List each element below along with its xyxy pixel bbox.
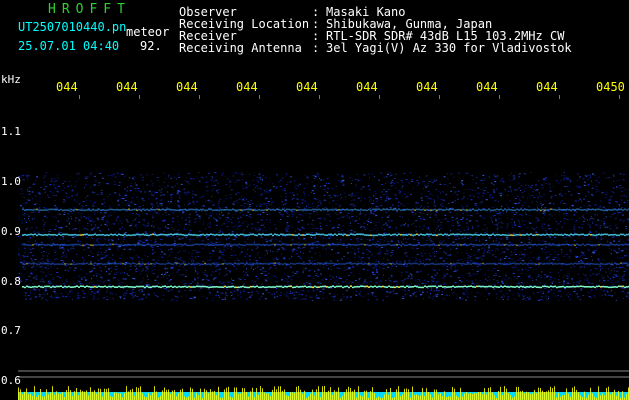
time-label: 044 [56,80,78,94]
minute-marker [319,95,320,99]
frequency-unit-label: kHz [1,73,21,86]
y-tick-label: 0.6 [1,374,21,387]
date-time: 25.07.01 04:40 [18,39,120,53]
y-tick-label: 0.8 [1,275,21,288]
time-label: 044 [356,80,378,94]
antenna-value: 3el Yagi(V) Az 330 for Vladivostok [326,41,572,55]
time-label: 044 [296,80,318,94]
y-tick-label: 0.9 [1,225,21,238]
minute-marker [619,95,620,99]
time-label: 044 [236,80,258,94]
antenna-label: Receiving Antenna [179,41,302,55]
signal-strength-strip [18,386,629,400]
time-label: 044 [476,80,498,94]
minute-marker [139,95,140,99]
minute-marker [259,95,260,99]
time-label: 044 [116,80,138,94]
meteor-label: meteor [126,25,170,39]
spectrogram-noise [18,172,629,301]
minute-marker [559,95,560,99]
meteor-count: 92. [140,39,162,53]
y-tick-label: 0.7 [1,324,21,337]
file-name: UT2507010440.pn [18,20,127,34]
time-label: 044 [176,80,198,94]
minute-marker [379,95,380,99]
time-label: 044 [536,80,558,94]
y-tick-label: 1.1 [1,125,21,138]
minute-marker [79,95,80,99]
time-label: 044 [416,80,438,94]
minute-marker [439,95,440,99]
minute-marker [199,95,200,99]
colon: : [312,41,320,55]
y-tick-label: 1.0 [1,175,21,188]
minute-marker [499,95,500,99]
time-label: 0450 [596,80,625,94]
spectrogram-plot [18,172,629,400]
program-title: HROFFT [48,2,131,17]
